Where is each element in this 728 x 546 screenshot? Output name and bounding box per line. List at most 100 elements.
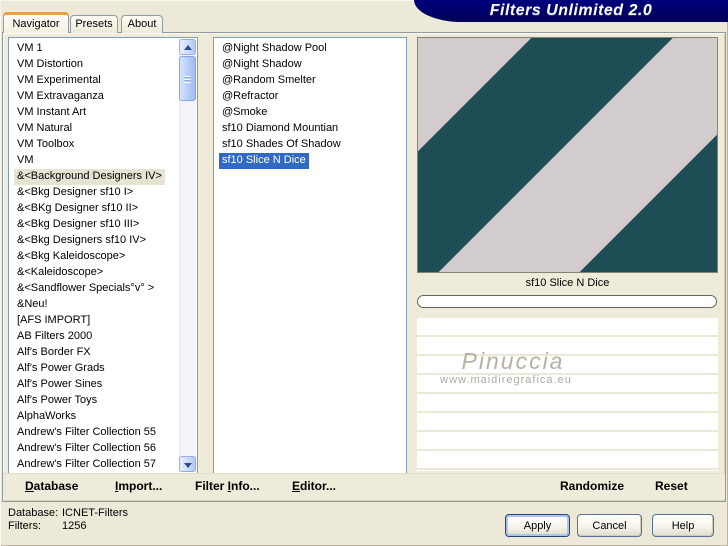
category-item-label: Alf's Power Toys [17,394,98,406]
category-item-label: AlphaWorks [17,410,77,422]
scroll-down-button[interactable] [179,456,196,472]
category-item-label: VM Instant Art [17,106,87,118]
filter-info-button[interactable]: Filter Info... [195,474,260,499]
watermark-title: Pinuccia [461,348,565,374]
filter-item[interactable]: @Random Smelter [214,72,406,88]
category-item[interactable]: Andrew's Filter Collection 57 [9,456,197,472]
category-item-label: &<Bkg Designer sf10 III> [17,218,140,230]
category-item[interactable]: &<Background Designers IV> [9,168,197,185]
filters-unlimited-dialog: Filters Unlimited 2.0 Navigator Presets … [0,0,728,546]
tab-navigator-label: Navigator [12,18,60,30]
filter-item-label: @Smoke [222,106,268,118]
category-item-label: Andrew's Filter Collection 56 [17,442,157,454]
category-item[interactable]: VM Extravaganza [9,88,197,104]
database-button[interactable]: Database [25,474,78,499]
category-item-label: &<Kaleidoscope> [17,266,104,278]
editor-button[interactable]: Editor... [292,474,336,499]
category-item-label: Andrew's Filter Collection 55 [17,426,157,438]
randomize-button[interactable]: Randomize [560,474,624,499]
filter-item-label: @Night Shadow [222,58,302,70]
preview-caption: sf10 Slice N Dice [525,277,610,289]
category-item[interactable]: &<Bkg Designer sf10 III> [9,216,197,232]
category-scrollbar[interactable] [179,39,196,472]
category-item[interactable]: VM 1 [9,40,197,56]
category-item[interactable]: Alf's Power Grads [9,360,197,376]
category-item[interactable]: Alf's Power Sines [9,376,197,392]
category-item[interactable]: &<Bkg Kaleidoscope> [9,248,197,264]
category-item-label: Alf's Power Grads [17,362,105,374]
category-item-label: VM Toolbox [17,138,75,150]
filter-item-label: sf10 Slice N Dice [219,153,309,169]
app-title: Filters Unlimited 2.0 [489,2,653,19]
category-item-label: [AFS IMPORT] [17,314,91,326]
reset-button[interactable]: Reset [655,474,688,499]
filter-listbox[interactable]: @Night Shadow Pool @Night Shadow @Random… [213,37,407,474]
category-item[interactable]: &<BKg Designer sf10 II> [9,200,197,216]
import-button[interactable]: Import... [115,474,162,499]
category-item[interactable]: AB Filters 2000 [9,328,197,344]
category-item[interactable]: Andrew's Filter Collection 55 [9,424,197,440]
category-item[interactable]: &<Sandflower Specials°v° > [9,280,197,296]
help-button[interactable]: Help [652,514,714,537]
status-filters-value: 1256 [62,520,87,532]
category-item-label: VM 1 [17,42,43,54]
category-item[interactable]: [AFS IMPORT] [9,312,197,328]
scroll-thumb[interactable] [179,56,196,101]
tab-presets[interactable]: Presets [70,15,118,33]
category-item-label: VM Experimental [17,74,101,86]
filter-item-label: @Random Smelter [222,74,316,86]
filter-item-label: @Night Shadow Pool [222,42,327,54]
category-item[interactable]: VM Instant Art [9,104,197,120]
category-item-label: &<Bkg Designer sf10 I> [17,186,134,198]
category-item-label: VM Distortion [17,58,84,70]
category-item-label: &<Bkg Designers sf10 IV> [17,234,147,246]
category-item[interactable]: VM Experimental [9,72,197,88]
scroll-thumb-grip-icon [184,76,191,83]
cancel-button[interactable]: Cancel [577,514,642,537]
category-item[interactable]: &<Bkg Designer sf10 I> [9,184,197,200]
category-item-label: &<Background Designers IV> [14,169,165,185]
filter-item[interactable]: sf10 Slice N Dice [214,152,406,169]
category-item-label: AB Filters 2000 [17,330,93,342]
scroll-up-button[interactable] [179,39,196,55]
category-item-label: &<BKg Designer sf10 II> [17,202,139,214]
category-item[interactable]: VM Toolbox [9,136,197,152]
category-item[interactable]: AlphaWorks [9,408,197,424]
category-item[interactable]: Andrew's Filter Collection 56 [9,440,197,456]
title-banner: Filters Unlimited 2.0 [414,0,728,22]
category-item[interactable]: VM Distortion [9,56,197,72]
filter-item[interactable]: @Night Shadow [214,56,406,72]
tab-navigator[interactable]: Navigator [3,12,69,33]
filter-item[interactable]: sf10 Shades Of Shadow [214,136,406,152]
command-bar: Database Import... Filter Info... Editor… [3,473,725,499]
tab-presets-label: Presets [75,18,113,30]
filter-item-label: sf10 Shades Of Shadow [222,138,341,150]
filter-item[interactable]: @Smoke [214,104,406,120]
status-database-value: ICNET-Filters [62,507,128,519]
category-item[interactable]: &<Kaleidoscope> [9,264,197,280]
category-item[interactable]: &Neu! [9,296,197,312]
status-database-label: Database: [8,507,59,519]
filter-item[interactable]: @Refractor [214,88,406,104]
tab-about[interactable]: About [121,15,163,33]
filter-item[interactable]: @Night Shadow Pool [214,40,406,56]
watermark-url: www.maidiregrafica.eu [440,374,572,386]
filter-preview [417,37,718,273]
category-item[interactable]: Alf's Power Toys [9,392,197,408]
category-item-label: VM Natural [17,122,73,134]
status-filters-label: Filters: [8,520,41,532]
filter-item[interactable]: sf10 Diamond Mountian [214,120,406,136]
category-item[interactable]: &<Bkg Designers sf10 IV> [9,232,197,248]
filter-item-label: @Refractor [222,90,279,102]
scroll-down-icon [184,463,192,468]
category-item-label: &<Sandflower Specials°v° > [17,282,155,294]
scroll-up-icon [184,45,192,50]
category-item[interactable]: VM [9,152,197,168]
category-item[interactable]: Alf's Border FX [9,344,197,360]
category-item-label: Alf's Border FX [17,346,91,358]
category-listbox[interactable]: VM 1 VM Distortion VM Experimental VM Ex… [8,37,198,474]
parameter-area: Pinuccia www.maidiregrafica.eu [417,318,718,471]
apply-button[interactable]: Apply [505,514,570,537]
category-item[interactable]: VM Natural [9,120,197,136]
tab-about-label: About [127,18,157,30]
